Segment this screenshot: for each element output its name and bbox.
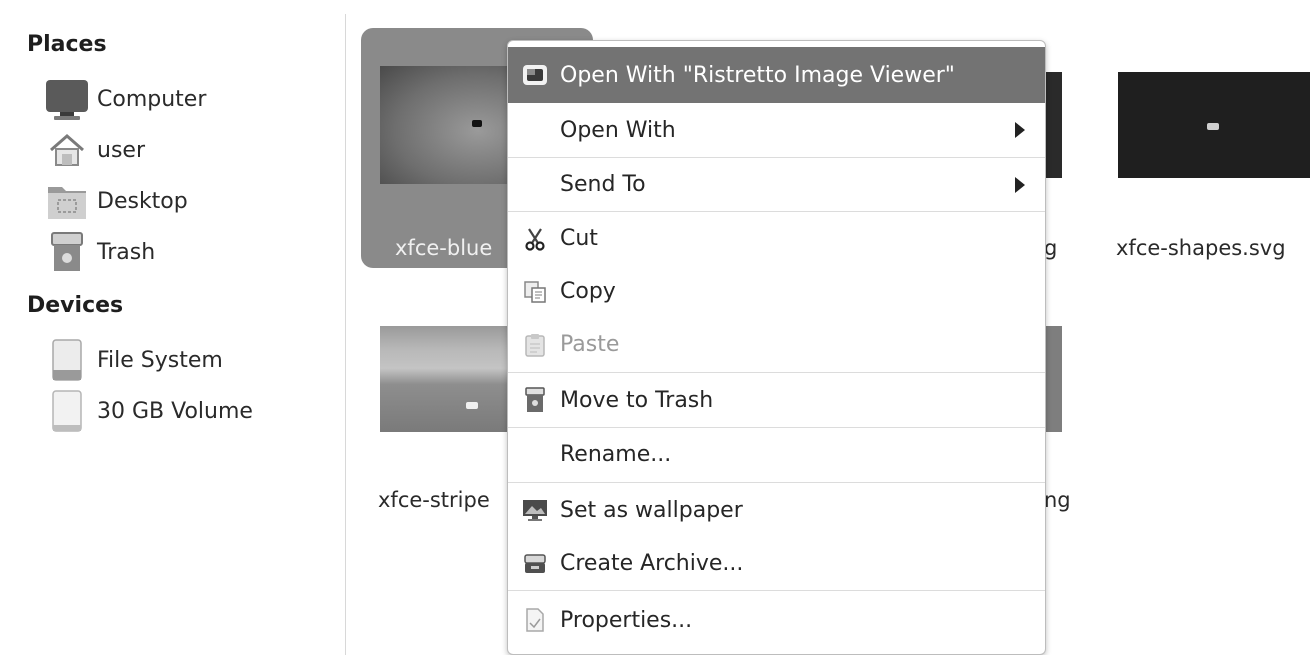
sidebar-item-user[interactable]: user	[44, 127, 334, 173]
file-label[interactable]: ng	[1044, 488, 1071, 512]
menu-item-label: Create Archive...	[560, 551, 744, 576]
file-label[interactable]: xfce-stripe	[378, 488, 490, 512]
context-menu: Open With "Ristretto Image Viewer" Open …	[507, 40, 1046, 655]
menu-item-rename[interactable]: Rename...	[508, 428, 1045, 481]
menu-item-copy[interactable]: Copy	[508, 265, 1045, 318]
file-label[interactable]: xfce-shapes.svg	[1116, 236, 1286, 260]
computer-icon	[44, 76, 90, 122]
menu-item-open-with-ristretto[interactable]: Open With "Ristretto Image Viewer"	[508, 47, 1045, 103]
sidebar-divider	[345, 14, 346, 655]
sidebar-item-trash[interactable]: Trash	[44, 229, 334, 275]
sidebar-item-label: 30 GB Volume	[97, 398, 253, 424]
wallpaper-icon	[522, 497, 548, 523]
menu-item-send-to[interactable]: Send To	[508, 158, 1045, 211]
desktop-folder-icon	[44, 178, 90, 224]
sidebar: Places Computer user Desktop Trash Devic…	[0, 0, 345, 655]
menu-item-label: Cut	[560, 226, 598, 251]
menu-item-label: Paste	[560, 332, 620, 357]
trash-icon	[522, 387, 548, 413]
sidebar-item-label: Trash	[97, 239, 156, 265]
menu-item-create-archive[interactable]: Create Archive...	[508, 537, 1045, 590]
home-folder-icon	[44, 127, 90, 173]
menu-item-label: Move to Trash	[560, 387, 714, 413]
places-heading: Places	[27, 32, 107, 57]
menu-item-label: Open With	[560, 117, 676, 143]
thumbnail-mark	[472, 120, 482, 127]
menu-item-properties[interactable]: Properties...	[508, 591, 1045, 649]
paste-icon	[522, 332, 548, 358]
sidebar-item-file-system[interactable]: File System	[44, 337, 334, 383]
menu-item-cut[interactable]: Cut	[508, 212, 1045, 265]
menu-item-label: Send To	[560, 172, 646, 197]
drive-icon	[44, 388, 90, 434]
scissors-icon	[522, 226, 548, 252]
submenu-arrow-icon	[1015, 176, 1025, 193]
sidebar-item-label: File System	[97, 347, 223, 373]
sidebar-item-label: user	[97, 137, 145, 163]
sidebar-item-computer[interactable]: Computer	[44, 76, 334, 122]
menu-item-label: Properties...	[560, 607, 693, 633]
file-label: xfce-blue	[395, 236, 493, 260]
submenu-arrow-icon	[1015, 122, 1025, 138]
sidebar-item-30gb-volume[interactable]: 30 GB Volume	[44, 388, 334, 434]
menu-item-paste[interactable]: Paste	[508, 318, 1045, 371]
sidebar-item-label: Computer	[97, 86, 207, 112]
devices-heading: Devices	[27, 293, 124, 318]
sidebar-item-desktop[interactable]: Desktop	[44, 178, 334, 224]
properties-icon	[522, 607, 548, 633]
menu-item-label: Copy	[560, 279, 616, 304]
file-label[interactable]: g	[1044, 236, 1057, 260]
archive-icon	[522, 551, 548, 577]
menu-item-move-to-trash[interactable]: Move to Trash	[508, 373, 1045, 427]
menu-item-label: Rename...	[560, 442, 672, 467]
drive-icon	[44, 337, 90, 383]
trash-icon	[44, 229, 90, 275]
menu-item-set-as-wallpaper[interactable]: Set as wallpaper	[508, 483, 1045, 537]
sidebar-item-label: Desktop	[97, 188, 188, 214]
image-viewer-icon	[522, 62, 548, 88]
thumbnail-mark	[466, 402, 478, 409]
menu-item-label: Set as wallpaper	[560, 497, 743, 523]
copy-icon	[522, 279, 548, 305]
thumbnail-mark	[1207, 123, 1219, 130]
menu-item-label: Open With "Ristretto Image Viewer"	[560, 62, 955, 88]
menu-item-open-with[interactable]: Open With	[508, 103, 1045, 157]
